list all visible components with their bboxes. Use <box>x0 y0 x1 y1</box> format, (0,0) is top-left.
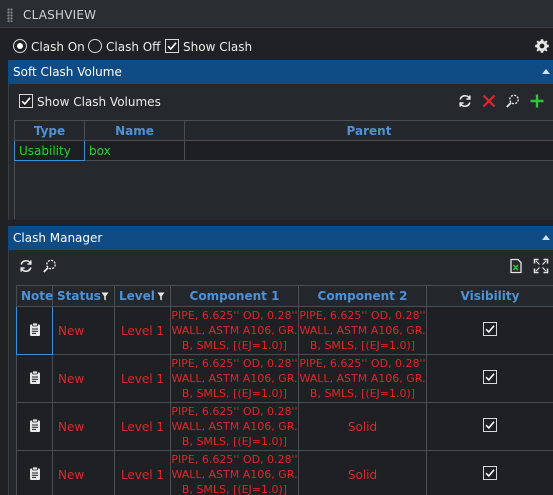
column-header-component-1[interactable]: Component 1 <box>170 285 299 307</box>
visibility-checkbox[interactable] <box>483 418 497 432</box>
note-cell[interactable] <box>16 450 53 495</box>
collapse-caret-icon[interactable] <box>542 235 550 240</box>
component-2-cell[interactable]: PIPE, 6.625'' OD, 0.28'' WALL, ASTM A106… <box>298 306 427 355</box>
name-cell[interactable]: box <box>84 140 185 161</box>
note-cell[interactable] <box>16 306 53 355</box>
visibility-cell <box>426 354 553 403</box>
column-header-visibility[interactable]: Visibility <box>426 285 553 307</box>
window-title: CLASHVIEW <box>23 8 97 22</box>
status-cell[interactable]: New <box>52 450 115 495</box>
excel-export-icon[interactable] <box>508 258 524 274</box>
column-header-parent[interactable]: Parent <box>184 120 553 141</box>
clash-manager-header[interactable]: Clash Manager <box>8 226 553 250</box>
mode-row: Clash On Clash Off Show Clash <box>0 36 553 58</box>
table-row[interactable]: New Level 1 PIPE, 6.625'' OD, 0.28'' WAL… <box>16 402 553 451</box>
visibility-cell <box>426 402 553 451</box>
component-1-cell[interactable]: PIPE, 6.625'' OD, 0.28'' WALL, ASTM A106… <box>170 402 299 451</box>
status-cell[interactable]: New <box>52 306 115 355</box>
visibility-checkbox[interactable] <box>483 322 497 336</box>
plus-icon[interactable] <box>529 93 545 109</box>
table-border <box>14 161 15 219</box>
column-header-level-label: Level <box>119 289 155 303</box>
close-icon[interactable] <box>481 93 497 109</box>
clipboard-icon[interactable] <box>29 418 41 433</box>
column-header-status-label: Status <box>57 289 101 303</box>
soft-clash-volume-header[interactable]: Soft Clash Volume <box>8 60 553 84</box>
refresh-icon[interactable] <box>457 93 473 109</box>
table-row[interactable]: New Level 1 PIPE, 6.625'' OD, 0.28'' WAL… <box>16 354 553 403</box>
level-cell[interactable]: Level 1 <box>114 354 171 403</box>
table-row[interactable]: Usability box <box>14 140 553 161</box>
column-header-name[interactable]: Name <box>84 120 185 141</box>
note-cell[interactable] <box>16 402 53 451</box>
show-clash-volumes-checkbox[interactable] <box>19 94 33 108</box>
component-1-cell[interactable]: PIPE, 6.625'' OD, 0.28'' WALL, ASTM A106… <box>170 306 299 355</box>
table-row[interactable]: New Level 1 PIPE, 6.625'' OD, 0.28'' WAL… <box>16 450 553 495</box>
visibility-cell <box>426 450 553 495</box>
title-bar: CLASHVIEW <box>0 0 553 28</box>
column-header-level[interactable]: Level <box>114 285 171 307</box>
component-2-cell[interactable]: Solid <box>298 450 427 495</box>
component-2-cell[interactable]: PIPE, 6.625'' OD, 0.28'' WALL, ASTM A106… <box>298 354 427 403</box>
visibility-checkbox[interactable] <box>483 370 497 384</box>
column-header-note[interactable]: Note <box>16 285 53 307</box>
component-1-cell[interactable]: PIPE, 6.625'' OD, 0.28'' WALL, ASTM A106… <box>170 450 299 495</box>
parent-cell[interactable] <box>184 140 553 161</box>
clash-off-label[interactable]: Clash Off <box>106 40 160 54</box>
clash-manager-table: Note Status Level Component 1 Component … <box>16 285 553 495</box>
level-cell[interactable]: Level 1 <box>114 450 171 495</box>
note-cell[interactable] <box>16 354 53 403</box>
level-cell[interactable]: Level 1 <box>114 402 171 451</box>
clash-manager-title: Clash Manager <box>13 231 103 245</box>
drag-grip-icon[interactable] <box>7 8 13 22</box>
table-header-row: Note Status Level Component 1 Component … <box>16 285 553 307</box>
clash-on-radio[interactable] <box>13 39 27 53</box>
component-1-cell[interactable]: PIPE, 6.625'' OD, 0.28'' WALL, ASTM A106… <box>170 354 299 403</box>
zoom-icon[interactable] <box>42 258 58 274</box>
clipboard-icon[interactable] <box>29 370 41 385</box>
clash-off-radio[interactable] <box>88 39 102 53</box>
soft-clash-volume-title: Soft Clash Volume <box>13 65 122 79</box>
filter-icon[interactable] <box>101 292 109 301</box>
status-cell[interactable]: New <box>52 354 115 403</box>
zoom-icon[interactable] <box>505 93 521 109</box>
show-clash-volumes-label[interactable]: Show Clash Volumes <box>37 95 161 109</box>
type-cell[interactable]: Usability <box>14 140 85 161</box>
show-clash-label[interactable]: Show Clash <box>183 40 252 54</box>
gear-icon[interactable] <box>534 38 550 54</box>
soft-clash-table: Type Name Parent Usability box <box>14 120 553 161</box>
clash-on-label[interactable]: Clash On <box>31 40 85 54</box>
column-header-type[interactable]: Type <box>14 120 85 141</box>
collapse-caret-icon[interactable] <box>542 69 550 74</box>
visibility-cell <box>426 306 553 355</box>
level-cell[interactable]: Level 1 <box>114 306 171 355</box>
clipboard-icon[interactable] <box>29 322 41 337</box>
table-header-row: Type Name Parent <box>14 120 553 141</box>
component-2-cell[interactable]: Solid <box>298 402 427 451</box>
column-header-component-2[interactable]: Component 2 <box>298 285 427 307</box>
show-clash-checkbox[interactable] <box>165 39 179 53</box>
refresh-icon[interactable] <box>18 258 34 274</box>
clipboard-icon[interactable] <box>29 466 41 481</box>
column-header-status[interactable]: Status <box>52 285 115 307</box>
expand-icon[interactable] <box>533 258 549 274</box>
filter-icon[interactable] <box>157 292 165 301</box>
status-cell[interactable]: New <box>52 402 115 451</box>
table-row[interactable]: New Level 1 PIPE, 6.625'' OD, 0.28'' WAL… <box>16 306 553 355</box>
visibility-checkbox[interactable] <box>483 466 497 480</box>
